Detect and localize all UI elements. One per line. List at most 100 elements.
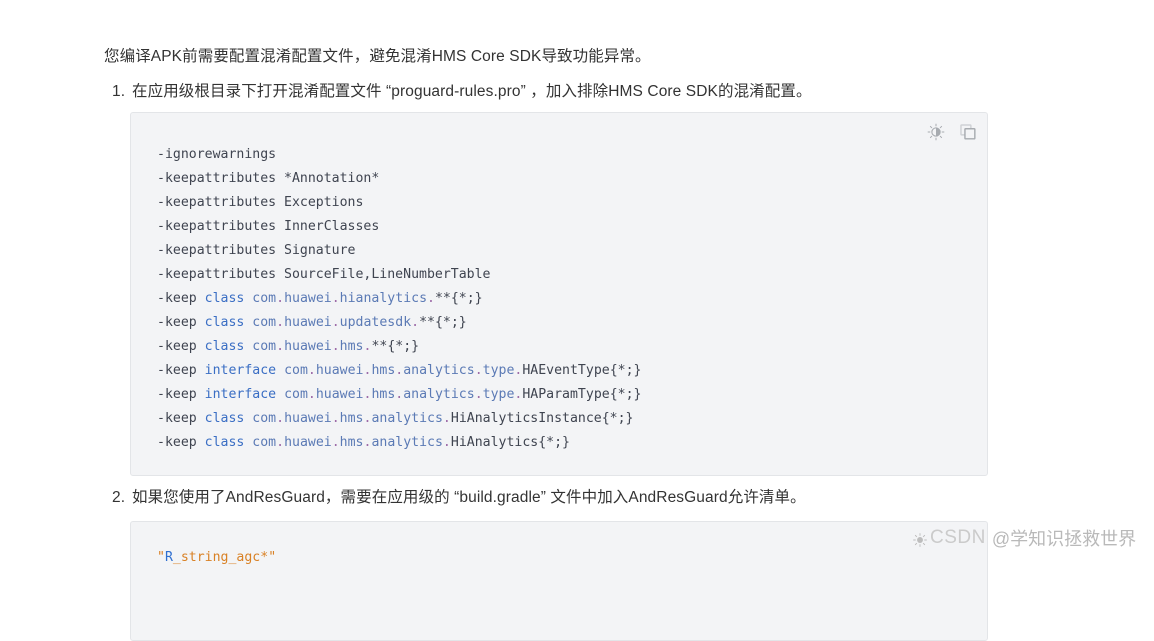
code-token: com	[252, 411, 277, 426]
code-token: R	[164, 550, 173, 565]
code-token: -keep	[157, 363, 205, 378]
code-token: -keep	[157, 339, 205, 354]
code-token: .	[427, 291, 435, 306]
list-item: 2. 如果您使用了AndResGuard，需要在应用级的 “build.gradl…	[112, 485, 806, 511]
code-token: -keepattributes Signature	[157, 243, 356, 258]
code-token: .	[276, 315, 285, 330]
code-token: -ignorewarnings	[157, 147, 277, 162]
code-token: **{*;}	[371, 339, 420, 354]
code-token: -keep	[157, 291, 205, 306]
code-line: -keepattributes Signature	[157, 239, 987, 263]
list-item-text: 在应用级根目录下打开混淆配置文件 “proguard-rules.pro” ，加…	[132, 83, 812, 100]
code-token: .	[411, 315, 420, 330]
code-token: HiAnalytics{*;}	[450, 435, 570, 450]
list-marker: 2.	[112, 489, 126, 506]
brightness-icon[interactable]	[927, 123, 945, 141]
code-token: analytics	[371, 411, 443, 426]
code-line: -keep class com.huawei.hms.**{*;}	[157, 335, 987, 359]
code-token: analytics	[403, 387, 475, 402]
code-token: **{*;}	[434, 291, 483, 306]
code-token: .	[276, 411, 285, 426]
code-line: -keep class com.huawei.hms.analytics.HiA…	[157, 431, 987, 455]
code-token: analytics	[403, 363, 475, 378]
code-token: hms	[339, 411, 364, 426]
code-token: huawei	[284, 411, 332, 426]
code-token: HAParamType{*;}	[522, 387, 642, 402]
code-token: -keepattributes Exceptions	[157, 195, 364, 210]
code-token: "	[268, 550, 277, 565]
code-line: -ignorewarnings	[157, 143, 987, 167]
code-token: hms	[339, 339, 364, 354]
code-line: -keepattributes Exceptions	[157, 191, 987, 215]
code-line: -keep class com.huawei.hianalytics.**{*;…	[157, 287, 987, 311]
code-toolbar	[927, 121, 977, 143]
intro-paragraph: 您编译APK前需要配置混淆配置文件，避免混淆HMS Core SDK导致功能异常…	[104, 47, 651, 65]
code-content[interactable]: "R_string_agc*"	[157, 546, 987, 570]
code-token: .	[331, 435, 340, 450]
code-token: .	[307, 387, 316, 402]
code-token: com	[284, 387, 308, 402]
code-token: .	[276, 435, 285, 450]
code-token: .	[331, 339, 340, 354]
code-token: **{*;}	[419, 315, 467, 330]
code-content[interactable]: -ignorewarnings -keepattributes *Annotati…	[157, 143, 987, 455]
code-token: interface	[204, 387, 277, 402]
code-token: .	[442, 435, 451, 450]
code-token: .	[276, 291, 285, 306]
code-token: huawei	[315, 387, 364, 402]
code-token: -keepattributes SourceFile,LineNumberTab…	[157, 267, 491, 282]
code-line: -keepattributes SourceFile,LineNumberTab…	[157, 263, 987, 287]
code-token: .	[442, 411, 451, 426]
code-token: class	[204, 435, 245, 450]
code-token: class	[204, 315, 245, 330]
code-token: type	[482, 387, 515, 402]
code-token: com	[252, 315, 277, 330]
code-token: huawei	[284, 339, 332, 354]
code-token: .	[474, 363, 483, 378]
code-token: .	[331, 315, 340, 330]
code-token: hianalytics	[339, 291, 428, 306]
code-token: interface	[204, 363, 277, 378]
code-token: com	[252, 339, 277, 354]
code-token: "	[157, 550, 165, 565]
code-line: "R_string_agc*"	[157, 546, 987, 570]
code-token: -keep	[157, 315, 205, 330]
code-token: .	[276, 339, 285, 354]
code-token: hms	[371, 387, 396, 402]
code-line: -keep interface com.huawei.hms.analytics…	[157, 383, 987, 407]
list-item-text: 如果您使用了AndResGuard，需要在应用级的 “build.gradle”…	[132, 489, 806, 506]
code-token: hms	[371, 363, 396, 378]
code-line: -keep interface com.huawei.hms.analytics…	[157, 359, 987, 383]
code-block: -ignorewarnings -keepattributes *Annotati…	[130, 112, 988, 476]
code-token: -keep	[157, 411, 205, 426]
code-token: huawei	[284, 315, 332, 330]
code-line: -keep class com.huawei.hms.analytics.HiA…	[157, 407, 987, 431]
code-token: hms	[339, 435, 364, 450]
code-token: -keepattributes *Annotation*	[157, 171, 380, 186]
code-token: -keep	[157, 435, 205, 450]
code-token: -keep	[157, 387, 205, 402]
document-page: 您编译APK前需要配置混淆配置文件，避免混淆HMS Core SDK导致功能异常…	[0, 0, 1154, 641]
code-token: com	[284, 363, 308, 378]
code-token: HiAnalyticsInstance{*;}	[450, 411, 634, 426]
code-token: huawei	[315, 363, 364, 378]
copy-icon[interactable]	[959, 123, 977, 141]
code-token: .	[474, 387, 483, 402]
code-token: _string_agc*	[172, 550, 269, 565]
code-token: com	[252, 435, 277, 450]
list-marker: 1.	[112, 83, 126, 100]
code-token: .	[307, 363, 316, 378]
code-token: -keepattributes InnerClasses	[157, 219, 380, 234]
code-token: HAEventType{*;}	[522, 363, 642, 378]
code-token: updatesdk	[339, 315, 412, 330]
code-token: .	[331, 411, 340, 426]
code-token: class	[204, 411, 245, 426]
code-token: class	[204, 291, 245, 306]
code-token: com	[252, 291, 277, 306]
code-line: -keepattributes InnerClasses	[157, 215, 987, 239]
csdn-username: @学知识拯救世界	[991, 529, 1137, 549]
code-token: type	[482, 363, 515, 378]
code-token: huawei	[284, 435, 332, 450]
